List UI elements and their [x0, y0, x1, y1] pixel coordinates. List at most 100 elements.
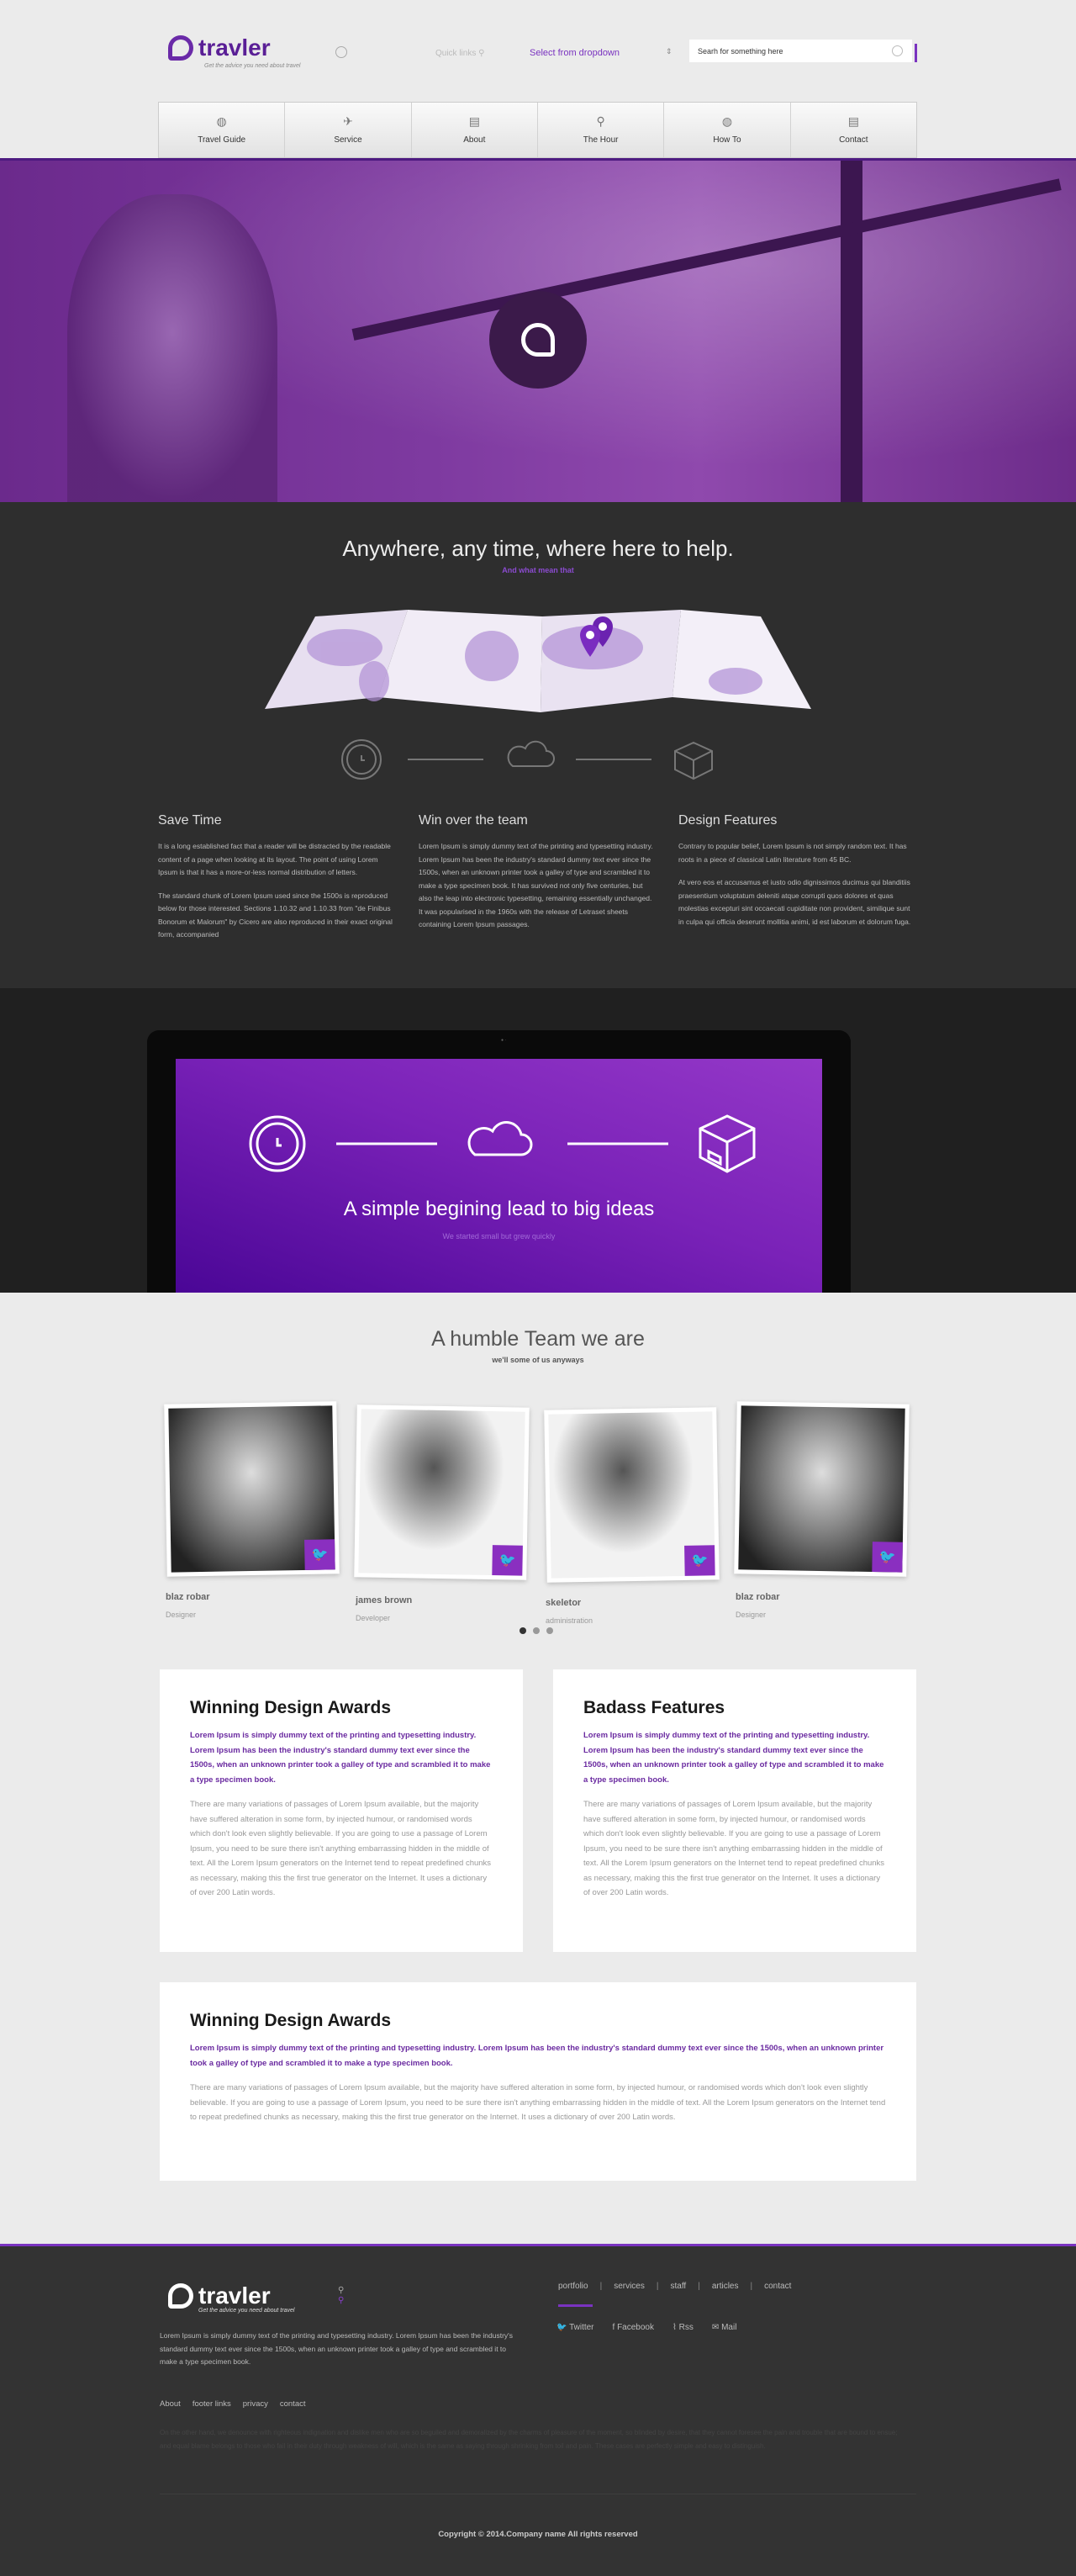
footer-accent-line — [0, 2244, 1076, 2246]
search-input[interactable]: Searh for something here — [689, 40, 912, 62]
ideas-title: A simple begining lead to big ideas — [343, 1198, 655, 1220]
footer-bottom-links: About footer links privacy contact — [160, 2399, 306, 2409]
twitter-icon[interactable]: 🐦 — [684, 1545, 715, 1576]
social-label: Facebook — [617, 2323, 654, 2332]
nav-service[interactable]: ✈ Service — [285, 103, 412, 157]
separator: | — [599, 2282, 603, 2291]
footer-nav: portfolio | services | staff | articles | co… — [558, 2282, 791, 2291]
copyright: Copyright © 2014.Company name All rights… — [438, 2530, 638, 2539]
folded-map-illustration — [265, 610, 811, 712]
card-body: There are many variations of passages of… — [190, 1800, 492, 1897]
paper-plane-icon: ✈ — [343, 114, 353, 128]
footer — [0, 2244, 1076, 2576]
dropdown-select[interactable]: Select from dropdown — [530, 48, 620, 58]
card-body: There are many variations of passages of… — [190, 2083, 886, 2122]
member-photo: 🐦 — [734, 1401, 910, 1577]
ideas-subtitle: We started small but grew quickly — [442, 1232, 556, 1240]
clock-icon — [341, 739, 382, 780]
member-name: blaz robar — [736, 1592, 780, 1602]
facebook-icon: f — [612, 2323, 615, 2332]
active-link-underline — [558, 2304, 593, 2307]
social-twitter[interactable]: 🐦 Twitter — [556, 2323, 594, 2332]
nav-contact[interactable]: ▤ Contact — [791, 103, 916, 157]
footer-link-staff[interactable]: staff — [670, 2282, 686, 2291]
column-heading: Save Time — [158, 813, 222, 828]
footer-tagline: Get the advice you need about travel — [198, 2308, 295, 2314]
twitter-icon[interactable]: 🐦 — [492, 1545, 523, 1576]
social-label: Twitter — [569, 2323, 594, 2332]
column-text: Contrary to popular belief, Lorem Ipsum … — [678, 842, 907, 864]
social-links: 🐦 Twitter f Facebook ⌇ Rss ✉ Mail — [556, 2323, 736, 2332]
tagline: Get the advice you need about travel — [204, 63, 301, 69]
clock-icon[interactable] — [335, 46, 347, 58]
separator: | — [698, 2282, 700, 2291]
team-subtitle: we'll some of us anyways — [492, 1356, 584, 1364]
carousel-dot[interactable] — [520, 1627, 526, 1634]
social-rss[interactable]: ⌇ Rss — [672, 2323, 694, 2332]
clock-icon — [249, 1115, 306, 1172]
footer-link-privacy[interactable]: privacy — [243, 2399, 268, 2409]
search-accent-bar — [915, 44, 917, 62]
member-name: james brown — [356, 1595, 413, 1605]
document-icon: ▤ — [847, 114, 859, 128]
footer-link-contact[interactable]: contact — [764, 2282, 791, 2291]
carousel-dot[interactable] — [546, 1627, 553, 1634]
column-text: At vero eos et accusamus et iusto odio d… — [678, 878, 911, 926]
footer-link-portfolio[interactable]: portfolio — [558, 2282, 588, 2291]
column-heading: Design Features — [678, 813, 778, 828]
member-photo: 🐦 — [354, 1404, 530, 1580]
nav-travel-guide[interactable]: ◍ Travel Guide — [159, 103, 286, 157]
member-role: Developer — [356, 1614, 391, 1622]
footer-link-articles[interactable]: articles — [712, 2282, 739, 2291]
nav-label: How To — [713, 135, 741, 145]
search-clock-icon[interactable] — [892, 45, 903, 56]
card-lead: Lorem Ipsum is simply dummy text of the … — [583, 1731, 884, 1785]
nav-label: Service — [334, 135, 362, 145]
social-facebook[interactable]: f Facebook — [613, 2323, 654, 2332]
card-lead: Lorem Ipsum is simply dummy text of the … — [190, 1731, 491, 1785]
twitter-icon[interactable]: 🐦 — [304, 1539, 335, 1570]
logo-text: travler — [198, 34, 271, 61]
card-title: Winning Design Awards — [190, 1698, 391, 1717]
team-member: 🐦 skeletor administration — [544, 1407, 720, 1625]
member-role: Designer — [166, 1611, 197, 1619]
logo[interactable]: travler — [168, 35, 271, 61]
column-text: It is a long established fact that a rea… — [158, 842, 391, 876]
separator: | — [750, 2282, 753, 2291]
member-photo: 🐦 — [164, 1401, 340, 1577]
nav-label: About — [463, 135, 486, 145]
nav-the-hour[interactable]: ⚲ The Hour — [538, 103, 665, 157]
column-save-time: Save Time It is a long established fact … — [158, 813, 393, 952]
team-member: 🐦 blaz robar Designer — [164, 1401, 340, 1619]
team-member: 🐦 james brown Developer — [354, 1404, 530, 1622]
separator: | — [656, 2282, 659, 2291]
column-design-features: Design Features Contrary to popular beli… — [678, 813, 914, 939]
twitter-icon[interactable]: 🐦 — [872, 1542, 903, 1573]
chat-bubble-icon — [168, 35, 193, 61]
footer-link-services[interactable]: services — [614, 2282, 645, 2291]
nav-how-to[interactable]: ◍ How To — [664, 103, 791, 157]
footer-link-contact[interactable]: contact — [280, 2399, 306, 2409]
column-text: The standard chunk of Lorem Ipsum used s… — [158, 891, 393, 939]
column-heading: Win over the team — [419, 813, 528, 828]
quick-links-label: Quick links — [435, 49, 477, 58]
column-text: Lorem Ipsum is simply dummy text of the … — [419, 842, 653, 928]
footer-link-about[interactable]: About — [160, 2399, 181, 2409]
quick-links[interactable]: Quick links ⚲ — [435, 49, 484, 58]
member-role: Designer — [736, 1611, 767, 1619]
nav-label: The Hour — [583, 135, 619, 145]
footer-logo[interactable]: travler — [168, 2283, 271, 2309]
card-title: Badass Features — [583, 1698, 725, 1717]
footer-pins: ⚲ ⚲ — [338, 2286, 344, 2306]
carousel-dot[interactable] — [533, 1627, 540, 1634]
social-mail[interactable]: ✉ Mail — [712, 2323, 737, 2332]
rss-icon: ⌇ — [672, 2323, 677, 2332]
main-nav: ◍ Travel Guide ✈ Service ▤ About ⚲ The Hour … — [158, 102, 917, 158]
nav-label: Contact — [839, 135, 868, 145]
member-role: administration — [546, 1616, 593, 1625]
dropdown-arrows-icon[interactable]: ⇕ — [666, 47, 672, 56]
nav-about[interactable]: ▤ About — [412, 103, 538, 157]
ideas-icons — [249, 1114, 756, 1173]
social-label: Mail — [721, 2323, 737, 2332]
footer-link-footer-links[interactable]: footer links — [193, 2399, 231, 2409]
